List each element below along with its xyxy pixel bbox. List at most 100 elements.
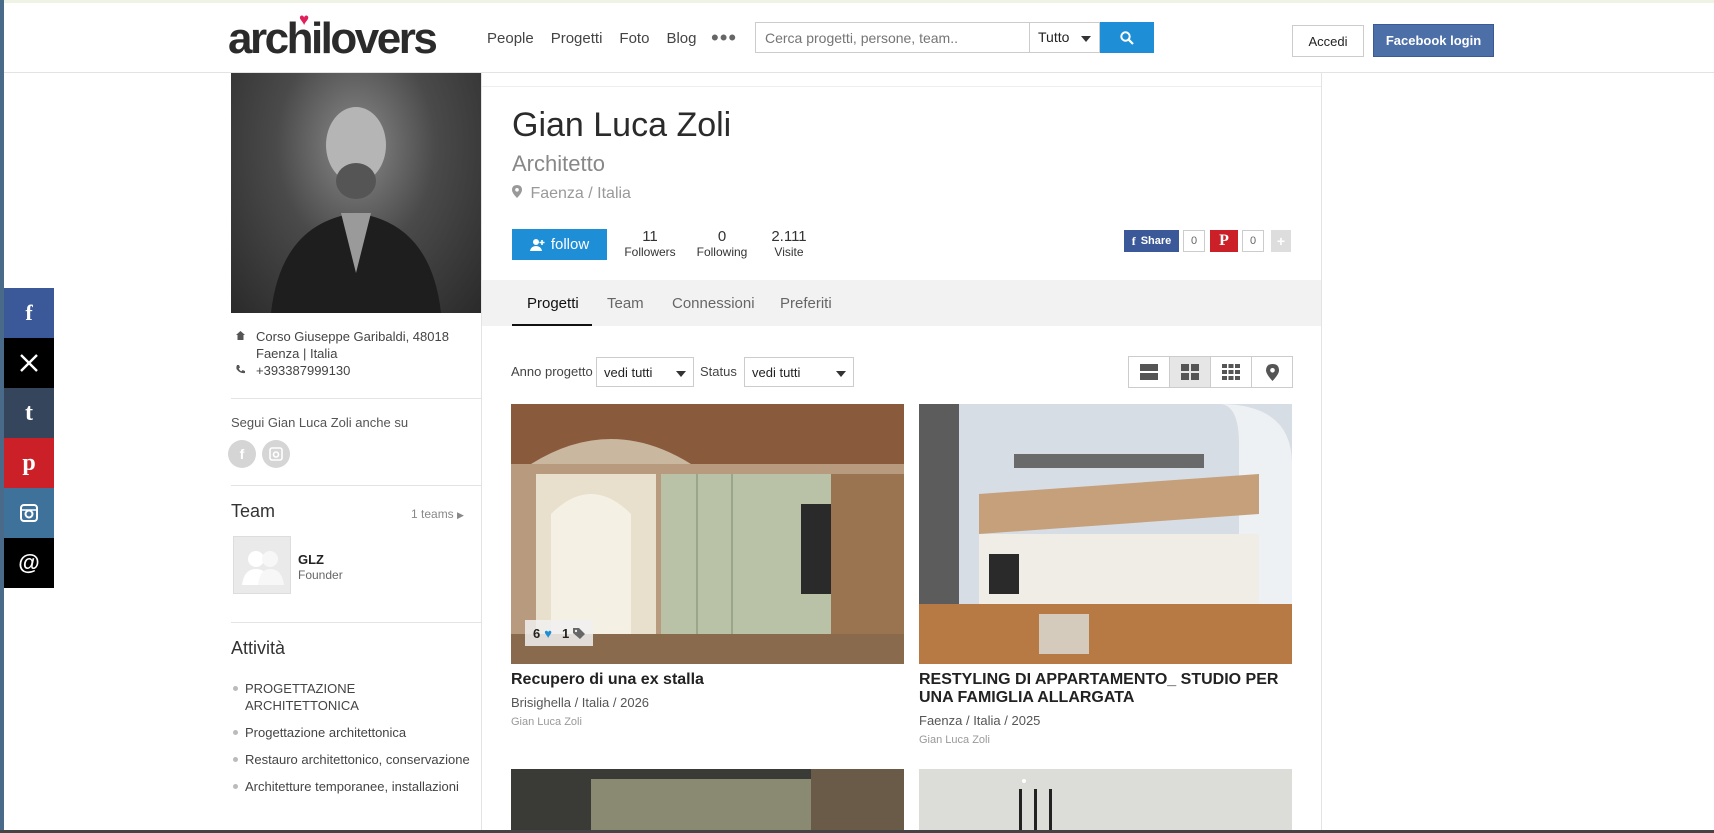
nav-progetti[interactable]: Progetti xyxy=(551,30,603,47)
instagram-icon xyxy=(269,447,283,461)
project-meta: Brisighella / Italia / 2026 xyxy=(511,695,650,710)
facebook-share-button[interactable]: f Share xyxy=(1124,230,1179,252)
facebook-icon: f xyxy=(25,300,33,325)
home-icon xyxy=(236,331,245,340)
view-mode-switcher xyxy=(1128,356,1293,388)
status-filter-select[interactable]: vedi tutti xyxy=(744,357,854,387)
profile-profession: Architetto xyxy=(512,151,605,176)
team-member-name[interactable]: GLZ xyxy=(298,552,324,567)
site-header: ♥ archilovers People Progetti Foto Blog … xyxy=(4,3,1714,73)
tab-preferiti[interactable]: Preferiti xyxy=(780,295,832,312)
status-filter-value: vedi tutti xyxy=(752,365,801,380)
team-member-role: Founder xyxy=(298,568,343,582)
project-title[interactable]: RESTYLING DI APPARTAMENTO_ STUDIO PER UN… xyxy=(919,671,1292,707)
project-title[interactable]: Recupero di una ex stalla xyxy=(511,671,904,689)
team-count-link[interactable]: 1 teams ▶ xyxy=(411,507,464,521)
share-threads-button[interactable]: @ xyxy=(4,538,54,588)
profile-photo xyxy=(231,73,481,313)
more-share-button[interactable]: + xyxy=(1271,230,1291,252)
nav-blog[interactable]: Blog xyxy=(666,30,696,47)
tag-icon xyxy=(573,628,586,639)
nav-foto[interactable]: Foto xyxy=(619,30,649,47)
follow-label: follow xyxy=(550,236,590,253)
facebook-icon: f xyxy=(1131,233,1136,248)
divider xyxy=(231,485,481,486)
share-tumblr-button[interactable]: t xyxy=(4,388,54,438)
profile-facebook-link[interactable]: f xyxy=(228,440,256,468)
tab-connessioni[interactable]: Connessioni xyxy=(672,295,755,312)
more-menu-icon[interactable]: ••• xyxy=(711,25,737,51)
caret-down-icon xyxy=(1081,36,1091,42)
profile-instagram-link[interactable] xyxy=(262,440,290,468)
grid-small-icon xyxy=(1222,364,1240,380)
search-button[interactable] xyxy=(1100,22,1154,53)
year-filter-value: vedi tutti xyxy=(604,365,653,380)
people-placeholder-icon xyxy=(242,551,284,585)
active-tab-indicator xyxy=(512,324,592,326)
profile-tabs: Progetti Team Connessioni Preferiti xyxy=(482,280,1321,326)
activities-heading: Attività xyxy=(231,638,286,658)
profile-name: Gian Luca Zoli xyxy=(512,106,732,144)
caret-down-icon xyxy=(836,371,846,377)
heart-icon: ♥ xyxy=(299,10,310,29)
pinterest-icon: p xyxy=(22,449,36,476)
add-user-icon xyxy=(529,238,545,251)
map-pin-icon xyxy=(512,185,522,198)
site-logo[interactable]: ♥ archilovers xyxy=(228,11,438,61)
facebook-icon: f xyxy=(239,446,245,462)
followers-stat[interactable]: 11 Followers xyxy=(620,228,680,259)
facebook-login-button[interactable]: Facebook login xyxy=(1373,24,1494,57)
activity-item: Progettazione architettonica xyxy=(231,724,471,741)
divider xyxy=(231,622,481,623)
project-author[interactable]: Gian Luca Zoli xyxy=(919,734,990,746)
activities-list: PROGETTAZIONE ARCHITETTONICA Progettazio… xyxy=(231,680,471,805)
following-count: 0 xyxy=(717,228,727,245)
project-stats-badge: 6 ♥ 1 xyxy=(525,620,594,646)
search-scope-select[interactable]: Tutto xyxy=(1029,22,1100,53)
team-count-text: 1 teams xyxy=(411,507,454,521)
map-pin-icon xyxy=(1265,363,1279,381)
caret-down-icon xyxy=(676,371,686,377)
map-view-button[interactable] xyxy=(1252,357,1292,387)
phone-icon xyxy=(236,365,245,374)
address-line-1: Corso Giuseppe Garibaldi, 48018 xyxy=(256,329,449,344)
project-meta: Faenza / Italia / 2025 xyxy=(919,713,1041,728)
list-view-button[interactable] xyxy=(1129,357,1170,387)
main-nav: People Progetti Foto Blog xyxy=(487,30,713,47)
pinterest-share-count: 0 xyxy=(1242,230,1264,252)
activity-item: PROGETTAZIONE ARCHITETTONICA xyxy=(231,680,471,714)
project-image[interactable] xyxy=(511,769,904,830)
facebook-share-count: 0 xyxy=(1183,230,1205,252)
login-button[interactable]: Accedi xyxy=(1292,25,1364,57)
year-filter-select[interactable]: vedi tutti xyxy=(596,357,694,387)
chevron-right-icon: ▶ xyxy=(457,510,464,520)
divider xyxy=(482,86,1321,87)
phone-number[interactable]: +393387999130 xyxy=(256,362,481,379)
pinterest-share-button[interactable]: P xyxy=(1210,230,1238,252)
visits-count: 2.111 xyxy=(771,228,807,245)
tab-team[interactable]: Team xyxy=(607,295,644,312)
search-input[interactable] xyxy=(755,22,1029,53)
nav-people[interactable]: People xyxy=(487,30,534,47)
address-line-2: Faenza | Italia xyxy=(256,346,338,361)
project-author[interactable]: Gian Luca Zoli xyxy=(511,716,582,728)
heart-icon: ♥ xyxy=(544,625,552,641)
followers-label: Followers xyxy=(624,245,676,259)
phone: +393387999130 xyxy=(231,362,481,379)
share-x-button[interactable] xyxy=(4,338,54,388)
team-heading: Team xyxy=(231,501,276,521)
share-label: Share xyxy=(1140,235,1172,247)
team-avatar[interactable] xyxy=(233,536,291,594)
share-instagram-button[interactable] xyxy=(4,488,54,538)
follow-button[interactable]: follow xyxy=(512,229,607,260)
share-facebook-button[interactable]: f xyxy=(4,288,54,338)
address: Corso Giuseppe Garibaldi, 48018 Faenza |… xyxy=(231,328,481,362)
contact-info: Corso Giuseppe Garibaldi, 48018 Faenza |… xyxy=(231,328,481,379)
project-image[interactable] xyxy=(919,769,1292,830)
small-grid-view-button[interactable] xyxy=(1211,357,1252,387)
share-pinterest-button[interactable]: p xyxy=(4,438,54,488)
following-stat[interactable]: 0 Following xyxy=(692,228,752,259)
large-grid-view-button[interactable] xyxy=(1170,357,1211,387)
project-image[interactable] xyxy=(919,404,1292,664)
tab-progetti[interactable]: Progetti xyxy=(527,295,579,312)
